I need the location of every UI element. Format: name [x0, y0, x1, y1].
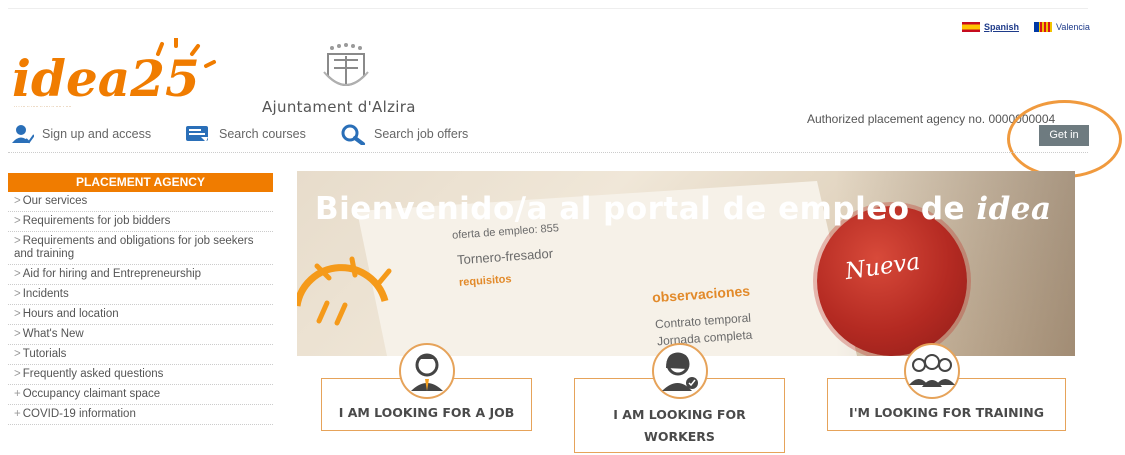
welcome-banner: oferta de empleo: 855 Tornero-fresador r… — [297, 171, 1075, 356]
sidebar-item-label: Aid for hiring and Entrepreneurship — [22, 268, 202, 280]
sidebar-item-label: Occupancy claimant space — [22, 388, 161, 400]
agency-number: Authorized placement agency no. 00000000… — [807, 112, 1056, 126]
placement-agency-sidebar: PLACEMENT AGENCY > Our services > Requireme… — [8, 173, 273, 425]
spain-flag-icon — [962, 22, 980, 32]
user-signup-icon — [12, 124, 34, 144]
sidebar-item[interactable]: > Hours and location — [8, 305, 273, 325]
search-courses-link[interactable]: Search courses — [185, 124, 306, 144]
quick-links-divider — [8, 152, 1088, 153]
job-seeker-icon — [399, 343, 455, 399]
sidebar-item-prefix: > — [14, 215, 21, 227]
sidebar-title: PLACEMENT AGENCY — [8, 173, 273, 192]
sidebar-item-prefix: > — [14, 235, 21, 247]
sidebar-item[interactable]: > Requirements for job bidders — [8, 212, 273, 232]
sidebar-item[interactable]: > What's New — [8, 325, 273, 345]
sidebar-item[interactable]: > Tutorials — [8, 345, 273, 365]
sidebar-item-prefix: > — [14, 288, 21, 300]
sidebar-item-label: What's New — [22, 328, 84, 340]
language-spanish-link[interactable]: Spanish — [962, 22, 1019, 32]
sidebar-item-label: Hours and location — [22, 308, 119, 320]
sidebar-item-label: Tutorials — [22, 348, 67, 360]
sidebar-item[interactable]: + COVID-19 information — [8, 405, 273, 425]
sidebar-menu: > Our services > Requirements for job bidde… — [8, 192, 273, 425]
city-name: Ajuntament d'Alzira — [262, 98, 416, 116]
top-divider — [8, 8, 1088, 9]
sidebar-item[interactable]: + Occupancy claimant space — [8, 385, 273, 405]
magnifier-icon — [340, 123, 366, 145]
sidebar-item[interactable]: > Our services — [8, 192, 273, 212]
sidebar-item-label: Requirements and obligations for job see… — [14, 235, 254, 260]
sidebar-item-prefix: > — [14, 268, 21, 280]
sidebar-item-label: Frequently asked questions — [22, 368, 164, 380]
sidebar-item-label: Our services — [22, 195, 88, 207]
sidebar-item-prefix: > — [14, 308, 21, 320]
sidebar-item[interactable]: > Incidents — [8, 285, 273, 305]
sidebar-item-prefix: + — [14, 388, 21, 400]
sign-up-link[interactable]: Sign up and access — [12, 124, 151, 144]
course-book-icon — [185, 124, 211, 144]
sidebar-item-prefix: > — [14, 328, 21, 340]
search-job-offers-link[interactable]: Search job offers — [340, 123, 468, 145]
ajuntament-logo[interactable]: Ajuntament d'Alzira — [262, 42, 442, 116]
language-valencia-link[interactable]: Valencia — [1034, 22, 1090, 32]
sidebar-item[interactable]: > Aid for hiring and Entrepreneurship — [8, 265, 273, 285]
valencia-flag-icon — [1034, 22, 1052, 32]
sidebar-item-prefix: + — [14, 408, 21, 420]
banner-title: Bienvenido/a al portal de empleo de idea — [315, 191, 1052, 227]
page: Spanish Valencia idea25 ·· · ··· ·· ····… — [0, 0, 1125, 455]
training-group-icon — [904, 343, 960, 399]
sidebar-item[interactable]: > Requirements and obligations for job se… — [8, 232, 273, 265]
get-in-button[interactable]: Get in — [1039, 125, 1089, 146]
svg-text:idea25: idea25 — [12, 49, 200, 108]
employer-icon — [652, 343, 708, 399]
sidebar-item-prefix: > — [14, 368, 21, 380]
sidebar-item-prefix: > — [14, 195, 21, 207]
sidebar-item-label: Incidents — [22, 288, 69, 300]
nueva-seal: Nueva — [817, 206, 967, 356]
banner-title-logo: idea — [976, 191, 1052, 227]
svg-text:·· · ··· ·· ····· ·· ···· ·· ·: ·· · ··· ·· ····· ·· ···· ·· ···· · ···· — [14, 104, 71, 109]
sidebar-item-label: COVID-19 information — [22, 408, 136, 420]
sidebar-item[interactable]: > Frequently asked questions — [8, 365, 273, 385]
sidebar-item-prefix: > — [14, 348, 21, 360]
idea25-logo[interactable]: idea25 ·· · ··· ·· ····· ·· ···· ·· ····… — [10, 36, 240, 110]
sidebar-item-label: Requirements for job bidders — [22, 215, 171, 227]
